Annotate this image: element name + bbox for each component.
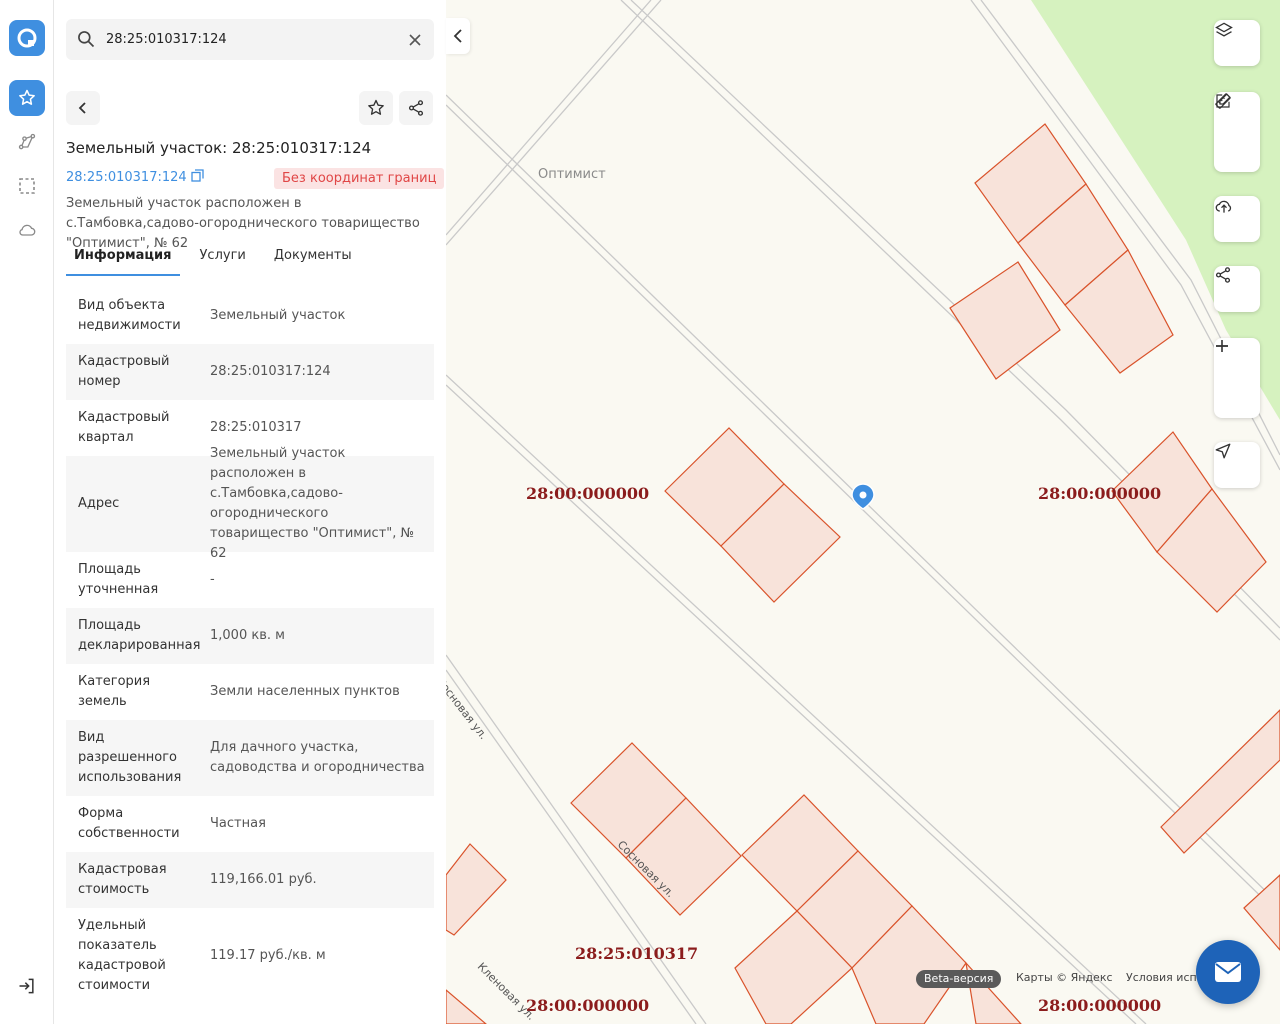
upload-control <box>1214 196 1260 242</box>
table-row: Кадастровый номер 28:25:010317:124 <box>66 344 434 400</box>
table-row: Кадастровая стоимость 119,166.01 руб. <box>66 852 434 908</box>
layers-control <box>1214 20 1260 66</box>
navigation-arrow-icon[interactable] <box>1214 442 1260 488</box>
row-value: 119.17 руб./кв. м <box>210 948 326 963</box>
row-key: Адрес <box>78 496 120 511</box>
row-key: Кадастровая стоимость <box>78 862 167 897</box>
search-icon <box>76 29 96 53</box>
row-key: Категория земель <box>78 674 151 709</box>
yandex-copyright[interactable]: Карты © Яндекс <box>1016 971 1113 984</box>
clear-search-icon[interactable] <box>406 31 424 49</box>
row-value: 119,166.01 руб. <box>210 872 317 887</box>
route-icon[interactable] <box>15 130 39 154</box>
favorites-icon[interactable] <box>9 80 45 116</box>
cloud-icon[interactable] <box>15 218 39 242</box>
row-key: Вид объекта недвижимости <box>78 298 181 333</box>
row-value: Земли населенных пунктов <box>210 684 400 699</box>
object-info-panel: Земельный участок: 28:25:010317:124 28:2… <box>54 0 446 1024</box>
share-icon[interactable] <box>1214 266 1260 312</box>
land-parcels <box>446 123 1280 1024</box>
info-table: Вид объекта недвижимости Земельный участ… <box>66 288 434 1004</box>
location-pin-icon[interactable] <box>851 483 875 510</box>
edit-icon[interactable] <box>1214 93 1260 168</box>
object-title: Земельный участок: 28:25:010317:124 <box>66 139 372 157</box>
map-view[interactable]: Оптимист 28:00:000000 28:00:000000 28:25… <box>446 0 1280 1024</box>
logout-icon[interactable] <box>15 974 39 998</box>
table-row: Адрес Земельный участок расположен в с.Т… <box>66 446 434 561</box>
tab-services[interactable]: Услуги <box>192 244 254 276</box>
copy-icon[interactable] <box>191 169 204 186</box>
row-value: Частная <box>210 816 266 831</box>
row-value: 1,000 кв. м <box>210 628 285 643</box>
map-attribution: Карты © Яндекс Условия испол <box>1016 971 1220 984</box>
table-row: Вид разрешенного использования Для дачно… <box>66 720 434 796</box>
quarter-label: 28:25:010317 <box>575 944 699 963</box>
search-box <box>66 19 434 60</box>
upload-cloud-icon[interactable] <box>1214 196 1260 242</box>
table-row: Удельный показатель кадастровой стоимост… <box>66 908 434 1004</box>
row-value: 28:25:010317:124 <box>210 364 331 379</box>
cadastral-number-link[interactable]: 28:25:010317:124 <box>66 169 204 186</box>
row-key: Площадь уточненная <box>78 562 159 597</box>
mail-icon <box>1215 962 1241 982</box>
no-boundaries-badge: Без координат границ <box>274 168 445 189</box>
zone-label: 28:00:000000 <box>526 996 650 1015</box>
row-value: Земельный участок расположен в с.Тамбовк… <box>210 446 415 561</box>
map-canvas[interactable] <box>446 0 1280 1024</box>
table-row: Вид объекта недвижимости Земельный участ… <box>66 288 434 344</box>
zoom-out-icon[interactable] <box>1214 345 1260 414</box>
row-value: Земельный участок <box>210 308 346 323</box>
row-value: - <box>210 572 215 587</box>
zone-label: 28:00:000000 <box>526 484 650 503</box>
place-label: Оптимист <box>538 167 606 182</box>
row-key: Форма собственности <box>78 806 180 841</box>
row-key: Вид разрешенного использования <box>78 730 182 785</box>
share-control <box>1214 266 1260 312</box>
panel-tabs: Информация Услуги Документы <box>66 244 372 276</box>
zone-label: 28:00:000000 <box>1038 996 1162 1015</box>
back-button[interactable] <box>66 91 100 125</box>
zone-label: 28:00:000000 <box>1038 484 1162 503</box>
geolocation-control <box>1214 442 1260 488</box>
chevron-left-icon <box>453 29 462 43</box>
table-row: Площадь декларированная 1,000 кв. м <box>66 608 434 664</box>
row-key: Удельный показатель кадастровой стоимост… <box>78 918 166 993</box>
row-value: Для дачного участка, садоводства и огоро… <box>210 740 425 775</box>
add-favorite-button[interactable] <box>359 91 393 125</box>
layers-icon[interactable] <box>1214 20 1260 66</box>
cadastral-number-text[interactable]: 28:25:010317:124 <box>66 170 187 185</box>
zoom-control <box>1214 338 1260 418</box>
tab-information[interactable]: Информация <box>66 244 180 276</box>
app-logo-icon[interactable] <box>9 20 45 56</box>
search-input[interactable] <box>106 19 396 60</box>
row-key: Кадастровый номер <box>78 354 170 389</box>
select-area-icon[interactable] <box>15 174 39 198</box>
row-key: Кадастровый квартал <box>78 410 170 445</box>
feedback-mail-button[interactable] <box>1196 940 1260 1004</box>
tab-documents[interactable]: Документы <box>266 244 360 276</box>
row-key: Площадь декларированная <box>78 618 201 653</box>
beta-badge: Beta-версия <box>916 970 1002 988</box>
tools-control <box>1214 92 1260 172</box>
share-button[interactable] <box>399 91 433 125</box>
left-rail <box>0 0 54 1024</box>
collapse-panel-button[interactable] <box>446 18 470 54</box>
table-row: Категория земель Земли населенных пункто… <box>66 664 434 720</box>
table-row: Форма собственности Частная <box>66 796 434 852</box>
